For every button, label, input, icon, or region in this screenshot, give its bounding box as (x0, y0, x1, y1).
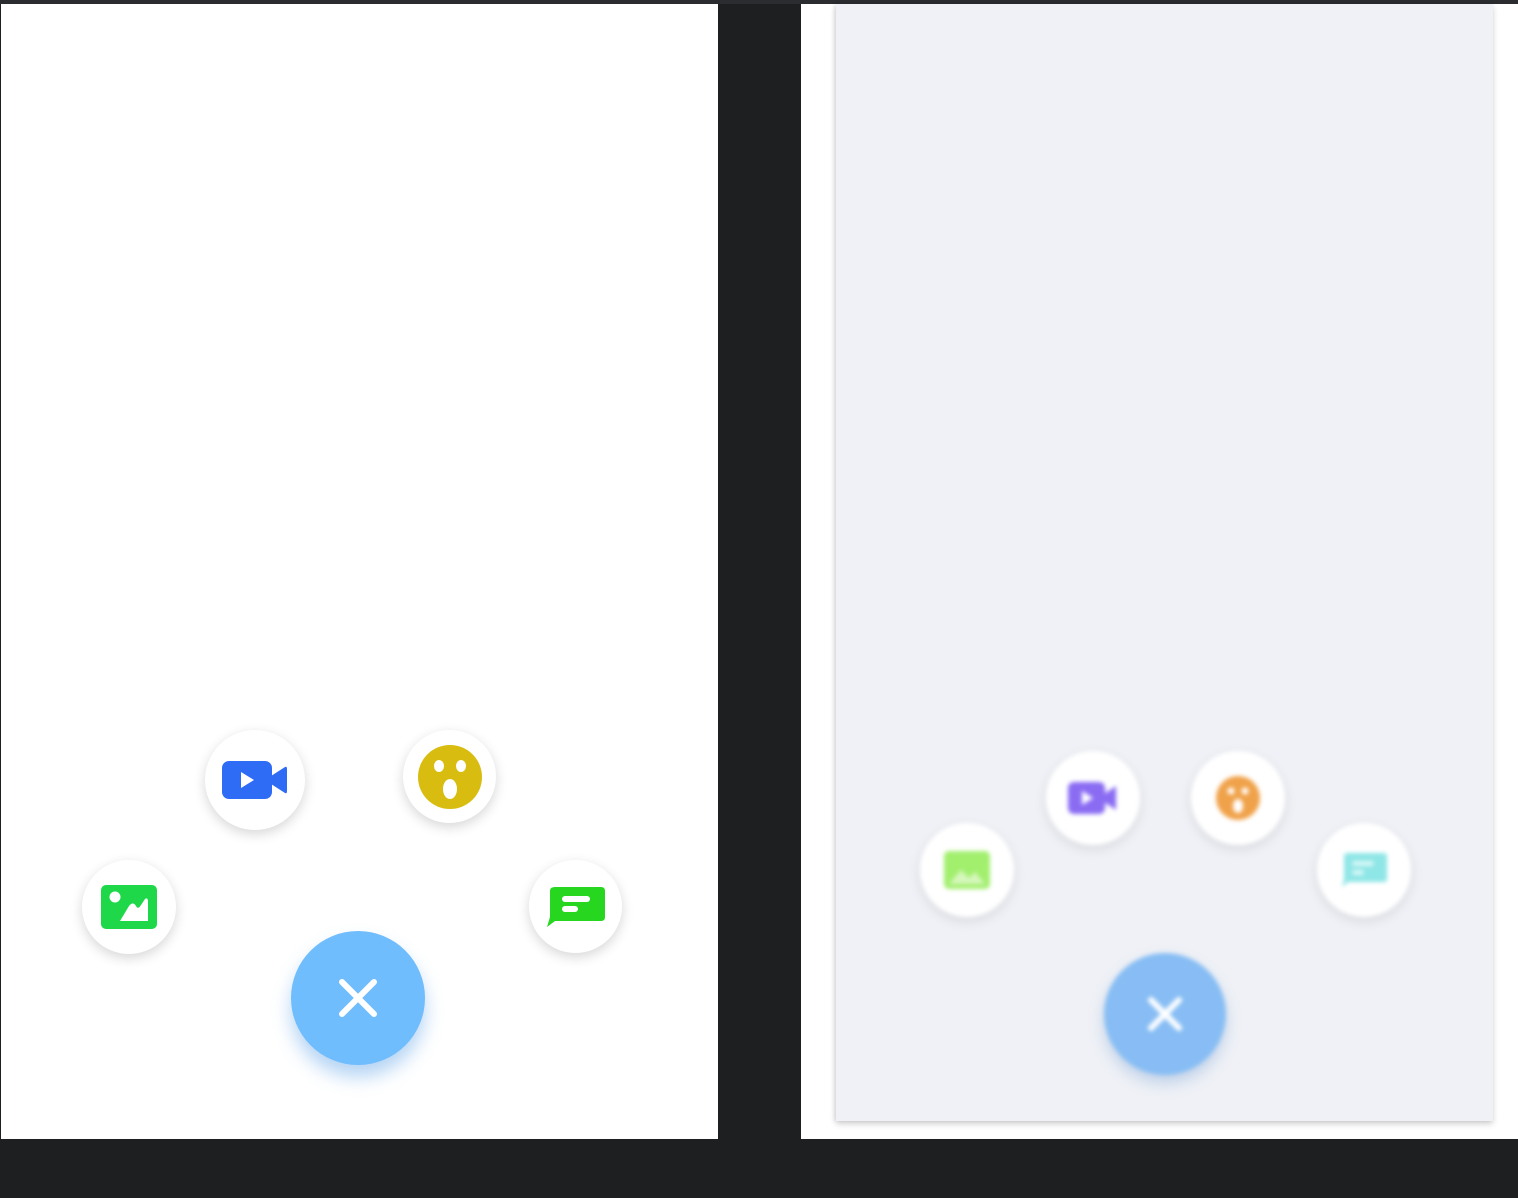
surprised-face-icon (417, 744, 482, 809)
blurred-menu-layer (836, 4, 1493, 1121)
emoji-button[interactable] (403, 730, 496, 823)
close-menu-button[interactable] (291, 931, 425, 1065)
video-button[interactable] (205, 730, 305, 830)
video-camera-icon (1068, 782, 1116, 814)
surprised-face-icon (1216, 776, 1260, 820)
emoji-button-blurred[interactable] (1191, 751, 1285, 845)
chat-bubble-icon (1342, 853, 1387, 887)
chat-button-blurred[interactable] (1317, 823, 1411, 917)
video-button-blurred[interactable] (1046, 751, 1140, 845)
close-icon (339, 979, 377, 1017)
video-camera-icon (222, 761, 287, 799)
close-icon (1148, 997, 1182, 1031)
image-button-blurred[interactable] (920, 823, 1014, 917)
left-preview-panel (1, 4, 718, 1139)
screenshot-stage (0, 0, 1518, 1198)
right-preview-screen (836, 4, 1493, 1121)
chat-bubble-icon (546, 886, 605, 927)
chat-button[interactable] (529, 860, 622, 953)
image-icon (944, 851, 990, 889)
right-preview-panel (801, 4, 1518, 1139)
image-icon (101, 885, 157, 929)
close-menu-button-blurred[interactable] (1104, 953, 1226, 1075)
image-button[interactable] (82, 860, 176, 954)
